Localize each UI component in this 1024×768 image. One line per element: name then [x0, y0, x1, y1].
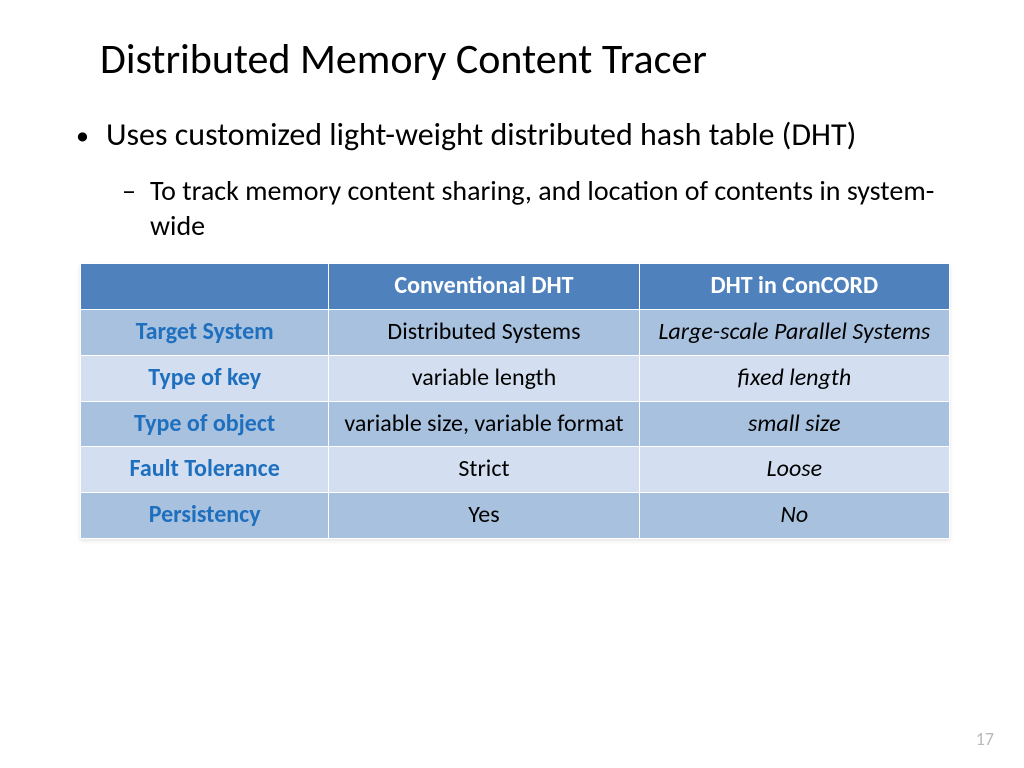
row-label: Persistency	[81, 493, 329, 539]
comparison-table: Conventional DHT DHT in ConCORD Target S…	[80, 263, 950, 539]
cell-concord: Loose	[639, 447, 949, 493]
slide-title: Distributed Memory Content Tracer	[100, 34, 954, 85]
page-number: 17	[976, 728, 994, 750]
slide: Distributed Memory Content Tracer • Uses…	[0, 0, 1024, 768]
cell-conventional: Yes	[329, 493, 639, 539]
dash-icon: –	[122, 173, 150, 243]
cell-concord: small size	[639, 401, 949, 447]
table-row: Persistency Yes No	[81, 493, 950, 539]
cell-conventional: Strict	[329, 447, 639, 493]
bullet-list: • Uses customized light-weight distribut…	[76, 115, 954, 243]
bullet-level2-text: To track memory content sharing, and loc…	[150, 173, 954, 243]
cell-concord: fixed length	[639, 355, 949, 401]
cell-conventional: variable size, variable format	[329, 401, 639, 447]
row-label: Target System	[81, 310, 329, 356]
table-row: Fault Tolerance Strict Loose	[81, 447, 950, 493]
row-label: Fault Tolerance	[81, 447, 329, 493]
bullet-level2: – To track memory content sharing, and l…	[122, 173, 954, 243]
header-concord: DHT in ConCORD	[639, 264, 949, 310]
cell-conventional: variable length	[329, 355, 639, 401]
cell-conventional: Distributed Systems	[329, 310, 639, 356]
table-header-row: Conventional DHT DHT in ConCORD	[81, 264, 950, 310]
row-label: Type of key	[81, 355, 329, 401]
table-row: Target System Distributed Systems Large-…	[81, 310, 950, 356]
bullet-icon: •	[76, 115, 106, 155]
header-conventional: Conventional DHT	[329, 264, 639, 310]
cell-concord: No	[639, 493, 949, 539]
header-blank	[81, 264, 329, 310]
cell-concord: Large-scale Parallel Systems	[639, 310, 949, 356]
table-row: Type of object variable size, variable f…	[81, 401, 950, 447]
bullet-level1-text: Uses customized light-weight distributed…	[106, 115, 856, 155]
table-row: Type of key variable length fixed length	[81, 355, 950, 401]
row-label: Type of object	[81, 401, 329, 447]
bullet-level1: • Uses customized light-weight distribut…	[76, 115, 954, 155]
